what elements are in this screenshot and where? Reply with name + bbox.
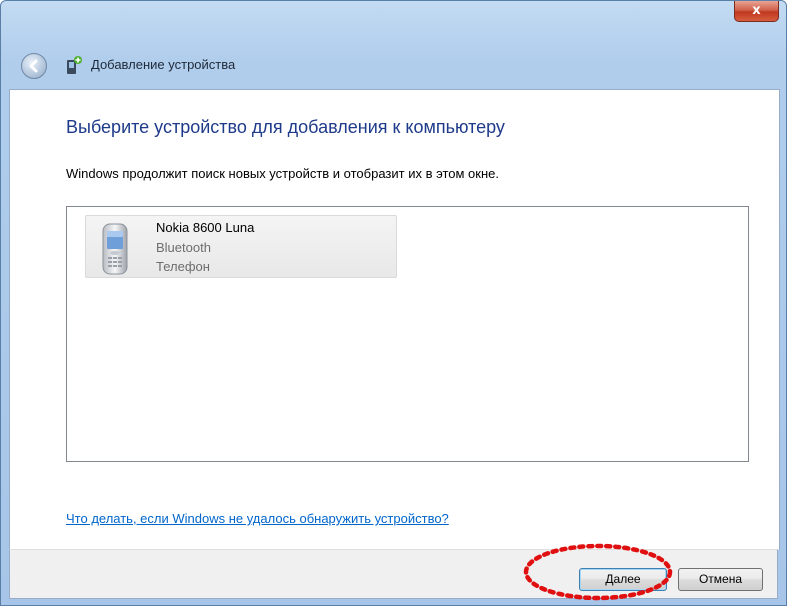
device-name: Nokia 8600 Luna [156,220,255,235]
wizard-navigation-bar: Добавление устройства [1,41,786,89]
device-connection-type: Bluetooth [156,240,211,255]
close-button[interactable]: x [734,1,779,22]
cancel-button[interactable]: Отмена [678,568,763,591]
mobile-phone-icon [102,223,128,275]
back-arrow-icon [29,59,38,73]
highlight-annotation [523,543,673,601]
add-device-icon [67,56,82,74]
page-heading: Выберите устройство для добавления к ком… [66,117,505,137]
help-link[interactable]: Что делать, если Windows не удалось обна… [66,511,449,526]
device-list[interactable]: Nokia 8600 Luna Bluetooth Телефон [66,206,749,462]
device-item-nokia-8600-luna[interactable]: Nokia 8600 Luna Bluetooth Телефон [85,215,397,278]
back-button[interactable] [21,53,47,79]
close-icon: x [752,3,761,18]
wizard-title: Добавление устройства [91,57,236,72]
add-device-window: x Добавление устройства Выберите устройс… [0,0,787,606]
instruction-text: Windows продолжит поиск новых устройств … [66,166,499,181]
content-area: Выберите устройство для добавления к ком… [9,89,780,550]
device-category: Телефон [156,259,210,274]
title-bar: x [1,1,786,41]
